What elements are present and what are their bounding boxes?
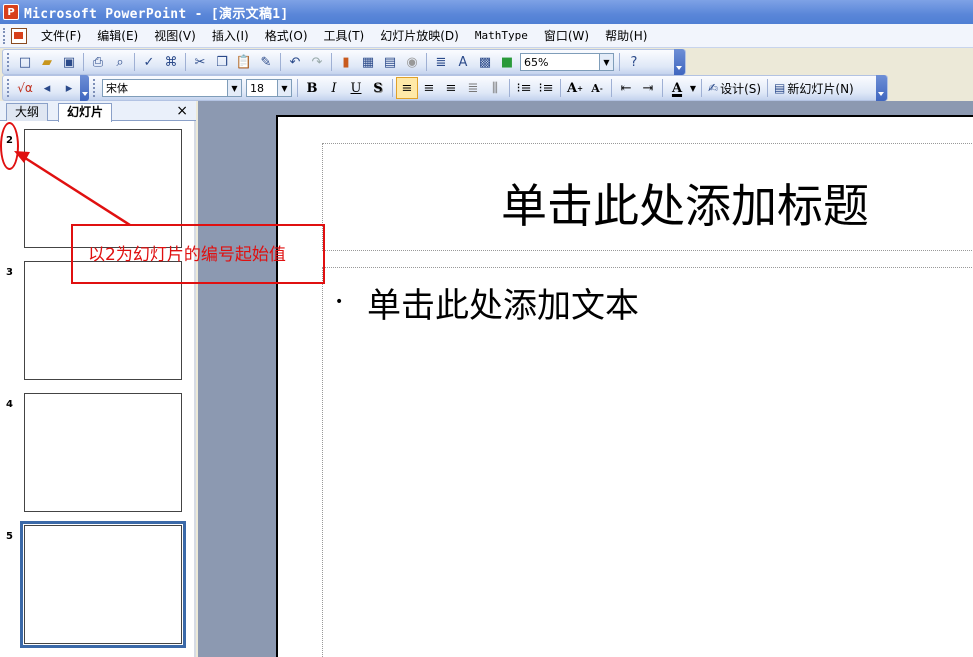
- annotation-arrow: [14, 151, 131, 227]
- annotation-text: 以2为幻灯片的编号起始值: [88, 245, 286, 265]
- powerpoint-window: P Microsoft PowerPoint - [演示文稿1] 文件(F) 编…: [0, 0, 973, 657]
